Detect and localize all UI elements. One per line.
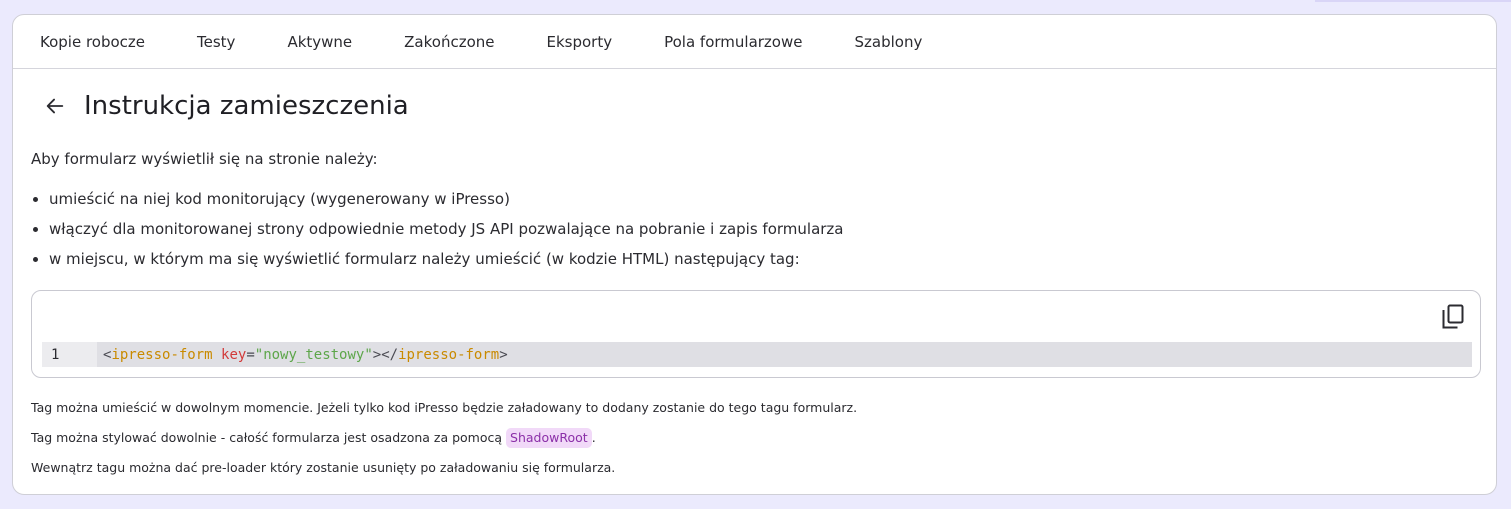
tab-zakonczone[interactable]: Zakończone [404,33,494,51]
code-line: 1 <ipresso-form key="nowy_testowy"></ipr… [42,342,1472,367]
copy-button[interactable] [1441,304,1465,330]
code-tag-open: ipresso-form [111,346,213,363]
tab-testy[interactable]: Testy [197,33,235,51]
note-2-text: Tag można stylować dowolnie - całość for… [31,430,503,445]
content-card: Kopie robocze Testy Aktywne Zakończone E… [12,14,1497,495]
code-value: "nowy_testowy" [254,346,373,363]
note-1: Tag można umieścić w dowolnym momencie. … [31,400,858,415]
list-item: w miejscu, w którym ma się wyświetlić fo… [31,248,844,278]
code-tag-close: ipresso-form [398,346,500,363]
intro-text: Aby formularz wyświetlił się na stronie … [31,150,378,168]
code-punct: = [246,346,255,363]
tab-pola-formularzowe[interactable]: Pola formularzowe [664,33,802,51]
back-button[interactable] [41,92,69,120]
copy-icon [1442,304,1464,329]
code-text[interactable]: <ipresso-form key="nowy_testowy"></ipres… [97,347,508,363]
note-2-end: . [591,430,596,445]
tab-kopie-robocze[interactable]: Kopie robocze [40,33,145,51]
title-row: Instrukcja zamieszczenia [41,91,409,121]
arrow-left-icon [46,98,64,114]
code-attr: key [221,346,247,363]
tab-aktywne[interactable]: Aktywne [287,33,352,51]
notes: Tag można umieścić w dowolnym momencie. … [31,398,857,488]
code-punct: ></ [372,346,399,363]
line-number: 1 [42,342,97,367]
note-3: Wewnątrz tagu można dać pre-loader który… [31,460,616,475]
page-title: Instrukcja zamieszczenia [84,91,409,121]
note-2: Tag można stylować dowolnie - całość for… [31,428,857,458]
list-item: włączyć dla monitorowanej strony odpowie… [31,218,844,248]
code-block: 1 <ipresso-form key="nowy_testowy"></ipr… [31,290,1481,378]
tab-bar: Kopie robocze Testy Aktywne Zakończone E… [13,15,1496,69]
shadowroot-chip: ShadowRoot [506,428,592,448]
code-punct: > [499,346,508,363]
tab-eksporty[interactable]: Eksporty [547,33,613,51]
top-accent-bar [1315,0,1511,2]
instruction-list: umieścić na niej kod monitorujący (wygen… [31,188,844,278]
tab-szablony[interactable]: Szablony [854,33,922,51]
list-item: umieścić na niej kod monitorujący (wygen… [31,188,844,218]
